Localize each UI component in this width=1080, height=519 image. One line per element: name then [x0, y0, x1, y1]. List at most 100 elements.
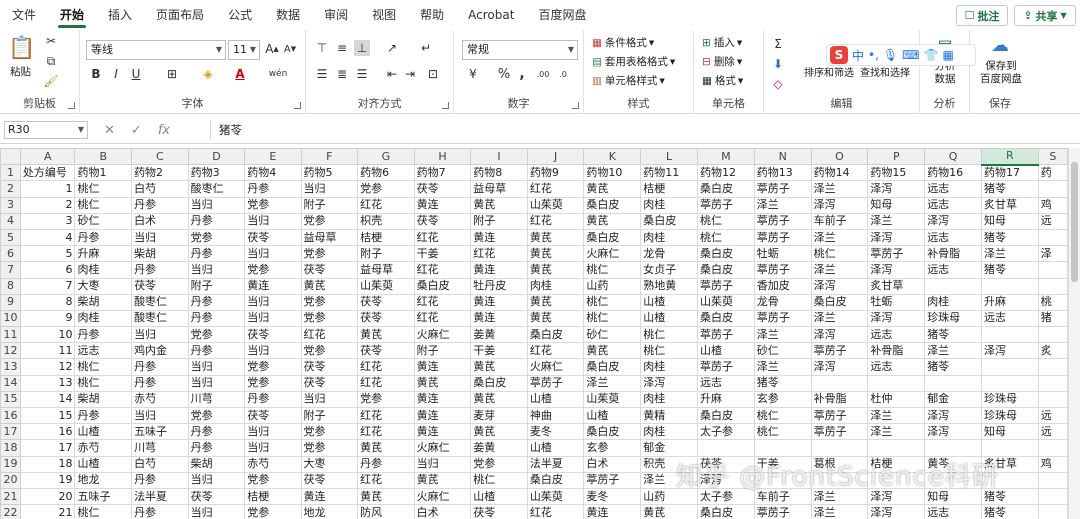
cell[interactable]: 桃仁 — [640, 342, 698, 360]
row-header[interactable]: 8 — [0, 277, 21, 295]
cell[interactable]: 黄精 — [640, 406, 698, 425]
cell[interactable]: 黄芪 — [526, 228, 585, 247]
cell[interactable]: 18 — [19, 455, 76, 473]
cell[interactable]: 桔梗 — [640, 180, 698, 198]
cell[interactable]: 大枣 — [74, 277, 133, 295]
cell[interactable]: 泽兰 — [867, 423, 926, 441]
cell[interactable]: 3 — [19, 212, 76, 230]
cell[interactable] — [697, 439, 755, 457]
clipboard-launcher-icon[interactable] — [68, 102, 75, 109]
cell[interactable]: 药物10 — [583, 164, 642, 182]
cell[interactable]: 桑白皮 — [583, 358, 642, 376]
cell[interactable]: 红花 — [357, 358, 415, 376]
cell[interactable]: 枳壳 — [357, 212, 415, 230]
cell[interactable]: 干姜 — [470, 342, 528, 360]
cell[interactable]: 山楂 — [583, 406, 642, 425]
cell[interactable]: 黄芪 — [583, 180, 642, 198]
cell[interactable]: 山茱萸 — [697, 293, 755, 311]
cell[interactable]: 肉桂 — [640, 228, 698, 247]
cell[interactable]: 茯苓 — [187, 487, 246, 506]
cell[interactable]: 丹参 — [131, 358, 189, 376]
cell[interactable]: 党参 — [300, 212, 359, 230]
cell[interactable]: 当归 — [244, 342, 302, 360]
align-top-icon[interactable]: ⊤ — [314, 40, 330, 56]
cell[interactable]: 处方编号 — [19, 164, 76, 182]
row-header[interactable]: 4 — [0, 212, 21, 230]
cell[interactable]: 泽泻 — [867, 504, 926, 519]
tab-3[interactable]: 页面布局 — [144, 0, 216, 30]
cell[interactable]: 黄连 — [244, 277, 302, 295]
cell[interactable]: 药物5 — [300, 164, 359, 182]
number-format-combo[interactable]: 常规 ▼ — [462, 40, 578, 60]
cell[interactable]: 附子 — [300, 406, 359, 425]
cell[interactable]: 桑白皮 — [697, 504, 755, 519]
cell[interactable]: 桃仁 — [753, 406, 812, 425]
cell[interactable]: 附子 — [357, 245, 415, 263]
cell[interactable]: 红花 — [526, 212, 585, 230]
cell[interactable]: 药物7 — [413, 164, 472, 182]
cell[interactable]: 丹参 — [187, 309, 246, 328]
cell[interactable]: 葶苈子 — [753, 504, 812, 519]
cell[interactable]: 川芎 — [131, 439, 189, 457]
cell[interactable]: 太子参 — [697, 423, 755, 441]
cell[interactable]: 肉桂 — [526, 277, 585, 295]
cell[interactable]: 药物16 — [924, 164, 982, 182]
cell[interactable] — [980, 358, 1039, 376]
cell[interactable]: 泽泻 — [867, 261, 926, 279]
cell[interactable]: 火麻仁 — [583, 245, 642, 263]
keyboard-icon[interactable]: ⌨ — [902, 48, 919, 62]
cell[interactable]: 远志 — [697, 374, 755, 392]
cell[interactable]: 茯苓 — [357, 293, 415, 311]
cell[interactable]: 1 — [19, 180, 76, 198]
cell[interactable]: 党参 — [300, 293, 359, 311]
cell[interactable]: 泽兰 — [753, 196, 812, 214]
cell[interactable]: 远 — [1037, 406, 1068, 425]
cell[interactable]: 黄芪 — [300, 277, 359, 295]
cell[interactable]: 茯苓 — [413, 180, 472, 198]
tab-4[interactable]: 公式 — [216, 0, 264, 30]
cell[interactable]: 柴胡 — [74, 293, 133, 311]
cell[interactable]: 黄芪 — [413, 374, 472, 392]
column-header-O[interactable]: O — [810, 148, 869, 166]
cell[interactable]: 红花 — [357, 406, 415, 425]
cell[interactable]: 泽泻 — [867, 180, 926, 198]
cell[interactable]: 9 — [19, 309, 76, 328]
cell[interactable]: 8 — [19, 293, 76, 311]
cell[interactable]: 泽兰 — [753, 326, 812, 344]
cell[interactable]: 红花 — [413, 309, 472, 328]
scrollbar-thumb[interactable] — [1071, 162, 1078, 282]
cell[interactable]: 补骨脂 — [867, 342, 926, 360]
cell[interactable]: 泽兰 — [810, 228, 869, 247]
cell[interactable]: 泽泻 — [924, 423, 982, 441]
comment-button[interactable]: ☐ 批注 — [956, 5, 1008, 26]
alignment-launcher-icon[interactable] — [442, 102, 449, 109]
cell[interactable]: 泽兰 — [980, 245, 1039, 263]
cell[interactable]: 茯苓 — [470, 504, 528, 519]
cell[interactable]: 红花 — [357, 471, 415, 489]
cell[interactable] — [1037, 277, 1068, 295]
cell[interactable]: 桃仁 — [753, 423, 812, 441]
cell[interactable]: 红花 — [526, 504, 585, 519]
sogou-icon[interactable]: S — [830, 46, 848, 64]
cell[interactable]: 药物9 — [526, 164, 585, 182]
cell[interactable]: 补骨脂 — [924, 245, 982, 263]
row-header[interactable]: 9 — [0, 293, 21, 311]
cell[interactable]: 泽 — [1037, 245, 1068, 263]
cell[interactable]: 附子 — [300, 196, 359, 214]
cell[interactable]: 山楂 — [74, 455, 133, 473]
cell[interactable]: 5 — [19, 245, 76, 263]
cell[interactable]: 黄芪 — [413, 471, 472, 489]
column-header-F[interactable]: F — [300, 148, 359, 166]
cell[interactable]: 炙 — [1037, 342, 1068, 360]
cell[interactable]: 姜黄 — [470, 439, 528, 457]
comma-icon[interactable]: , — [514, 66, 530, 82]
cell[interactable]: 猪苓 — [980, 504, 1039, 519]
cell[interactable]: 药物14 — [810, 164, 869, 182]
cell[interactable]: 猪苓 — [980, 180, 1039, 198]
cell[interactable]: 黄连 — [413, 358, 472, 376]
font-launcher-icon[interactable] — [294, 102, 301, 109]
cell[interactable]: 川芎 — [187, 390, 246, 409]
formula-input[interactable]: 猪苓 — [210, 121, 1068, 139]
underline-icon[interactable]: U — [128, 66, 144, 82]
cell[interactable]: 桑白皮 — [640, 212, 698, 230]
